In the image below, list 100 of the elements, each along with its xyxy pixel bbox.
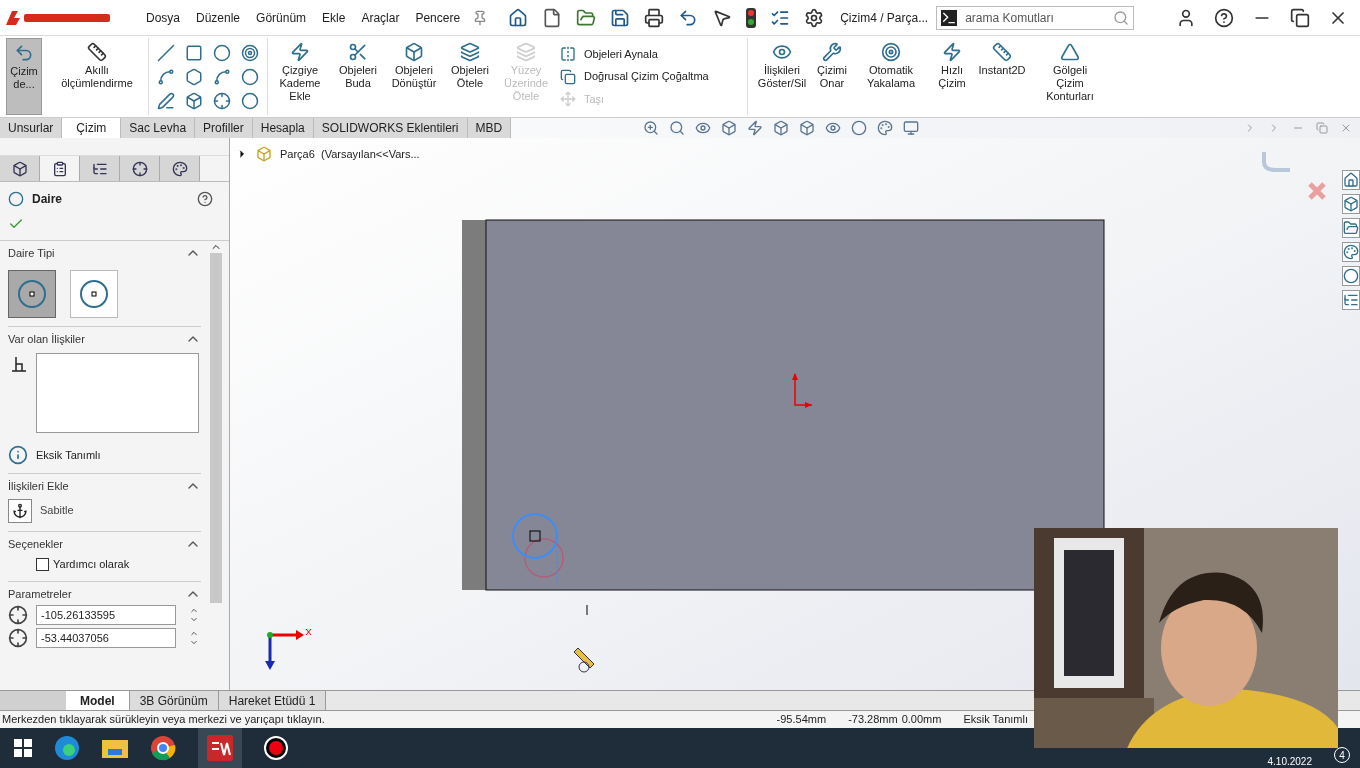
tab-icon bbox=[171, 160, 188, 177]
sketch-circle[interactable] bbox=[512, 513, 558, 584]
view-tool-icon[interactable] bbox=[773, 120, 790, 136]
checkbox[interactable] bbox=[36, 557, 49, 571]
home-icon[interactable] bbox=[508, 7, 529, 28]
ribbon-button[interactable]: Çizgiye Kademe Ekle bbox=[272, 38, 328, 115]
ribbon-button[interactable]: Gölgeli Çizim Konturları bbox=[1038, 38, 1102, 115]
search-field[interactable]: arama Komutları bbox=[936, 5, 1135, 30]
scrollbar-thumb[interactable] bbox=[210, 253, 222, 603]
task-pane-icon[interactable] bbox=[1342, 266, 1360, 286]
command-tab[interactable]: Hesapla bbox=[252, 118, 314, 138]
command-tab[interactable]: Profiller bbox=[195, 118, 253, 138]
user-icon[interactable] bbox=[1176, 7, 1196, 28]
ribbon-button[interactable]: Objeleri Buda bbox=[332, 38, 384, 115]
ribbon-button[interactable]: Çizim de... bbox=[6, 38, 42, 115]
search-input[interactable]: arama Komutları bbox=[965, 8, 1106, 27]
task-pane-icon[interactable] bbox=[1342, 290, 1360, 310]
task-pane-icon[interactable] bbox=[1342, 242, 1360, 262]
tool-icon bbox=[87, 42, 107, 62]
view-tool-icon[interactable] bbox=[903, 120, 920, 136]
save-icon[interactable] bbox=[610, 7, 631, 28]
ribbon-button[interactable]: Çizimi Onar bbox=[812, 38, 852, 115]
coordinate-field[interactable]: -53.44037056 bbox=[36, 628, 176, 648]
sketch-tool-icon[interactable] bbox=[213, 91, 231, 110]
new-document-icon[interactable] bbox=[542, 7, 563, 28]
relations-list[interactable] bbox=[36, 353, 199, 433]
menu-item[interactable]: Araçlar bbox=[353, 8, 408, 27]
sketch-tool-icon[interactable] bbox=[157, 43, 175, 62]
search-icon[interactable] bbox=[1113, 9, 1130, 26]
tool-icon bbox=[348, 42, 368, 62]
section-title: Seçenekler bbox=[8, 536, 64, 552]
bottom-tab[interactable]: 3B Görünüm bbox=[129, 691, 219, 710]
menu-item[interactable]: Düzenle bbox=[188, 8, 249, 27]
view-tool-icon[interactable] bbox=[877, 120, 894, 136]
tree-item[interactable]: Parça6 (Varsayılan<<Vars... bbox=[280, 146, 420, 163]
menu-item[interactable]: Ekle bbox=[314, 8, 354, 27]
command-tab[interactable]: Unsurlar bbox=[0, 118, 63, 138]
start-icon[interactable] bbox=[14, 739, 32, 757]
settings-icon[interactable] bbox=[804, 7, 825, 28]
panel-tab[interactable] bbox=[120, 156, 160, 181]
sketch-tool-icon[interactable] bbox=[185, 67, 203, 86]
task-pane-icon[interactable] bbox=[1342, 218, 1360, 238]
sketch-tool-icon[interactable] bbox=[185, 91, 203, 110]
command-tab[interactable]: MBD bbox=[467, 118, 512, 138]
browser-icon[interactable] bbox=[54, 735, 80, 761]
circle-type-option[interactable] bbox=[8, 269, 56, 318]
fix-relation-button[interactable] bbox=[8, 498, 32, 523]
open-folder-icon[interactable] bbox=[576, 7, 597, 28]
spinner-icon[interactable] bbox=[188, 629, 200, 647]
sketch-tool-icon[interactable] bbox=[241, 67, 259, 86]
view-tool-icon[interactable] bbox=[695, 120, 712, 136]
task-pane-icon[interactable] bbox=[1342, 194, 1360, 214]
bottom-tab[interactable]: Model bbox=[66, 691, 130, 710]
chrome-icon[interactable] bbox=[150, 735, 176, 761]
record-icon[interactable] bbox=[264, 736, 288, 760]
view-tool-icon[interactable] bbox=[643, 120, 660, 136]
tab-icon bbox=[11, 160, 28, 177]
sketch-tool-icon[interactable] bbox=[157, 67, 175, 86]
folder-icon[interactable] bbox=[102, 737, 128, 759]
ribbon-button[interactable]: Hızlı Çizim bbox=[930, 38, 974, 115]
ribbon-button[interactable]: Objeleri Dönüştür bbox=[388, 38, 440, 115]
task-pane-icon[interactable] bbox=[1342, 170, 1360, 190]
ribbon-button[interactable]: Instant2D bbox=[974, 38, 1030, 115]
sketch-tool-icon[interactable] bbox=[241, 43, 259, 62]
cad-app-icon[interactable] bbox=[207, 735, 233, 761]
traffic-light-icon[interactable] bbox=[746, 7, 757, 28]
ribbon-button[interactable]: Akıllı ölçümlendirme bbox=[54, 38, 140, 115]
panel-tab[interactable] bbox=[160, 156, 200, 181]
menu-item[interactable]: Görünüm bbox=[248, 8, 315, 27]
panel-tab[interactable] bbox=[0, 156, 40, 181]
help-icon[interactable] bbox=[197, 191, 213, 207]
ribbon-list-item[interactable]: Doğrusal Çizim Çoğaltma bbox=[560, 68, 739, 85]
menu-item[interactable]: Pencere bbox=[407, 8, 469, 27]
sketch-tool-icon[interactable] bbox=[213, 43, 231, 62]
ribbon-list-item[interactable]: Objeleri Aynala bbox=[560, 45, 739, 63]
tab-icon bbox=[131, 160, 148, 177]
bottom-tab[interactable]: Hareket Etüdü 1 bbox=[218, 691, 327, 710]
circle-type-option[interactable] bbox=[70, 269, 118, 318]
sketch-tool-icon[interactable] bbox=[157, 91, 175, 110]
view-tool-icon[interactable] bbox=[721, 120, 738, 136]
command-tab[interactable]: Sac Levha bbox=[121, 118, 196, 138]
view-tool-icon[interactable] bbox=[747, 120, 764, 136]
print-icon[interactable] bbox=[644, 7, 665, 28]
panel-tab[interactable] bbox=[80, 156, 120, 181]
view-tool-icon[interactable] bbox=[825, 120, 842, 136]
sketch-tool-icon[interactable] bbox=[241, 91, 259, 110]
menu-item[interactable]: Dosya bbox=[138, 8, 188, 27]
ribbon-button[interactable]: Objeleri Ötele bbox=[444, 38, 496, 115]
view-tool-icon[interactable] bbox=[799, 120, 816, 136]
ribbon-button[interactable]: Otomatik Yakalama bbox=[860, 38, 922, 115]
restore-icon[interactable] bbox=[1290, 7, 1310, 28]
sketch-tool-icon[interactable] bbox=[185, 43, 203, 62]
sketch-tool-icon[interactable] bbox=[213, 67, 231, 86]
command-tab[interactable]: SOLIDWORKS Eklentileri bbox=[313, 118, 468, 138]
view-tool-icon[interactable] bbox=[851, 120, 868, 136]
panel-title: Daire bbox=[32, 191, 63, 208]
help-icon[interactable] bbox=[1214, 7, 1234, 28]
ribbon-button[interactable]: İlişkileri Göster/Sil bbox=[752, 38, 812, 115]
view-tool-icon[interactable] bbox=[669, 120, 686, 136]
coordinate-field[interactable]: -105.26133595 bbox=[36, 605, 176, 625]
